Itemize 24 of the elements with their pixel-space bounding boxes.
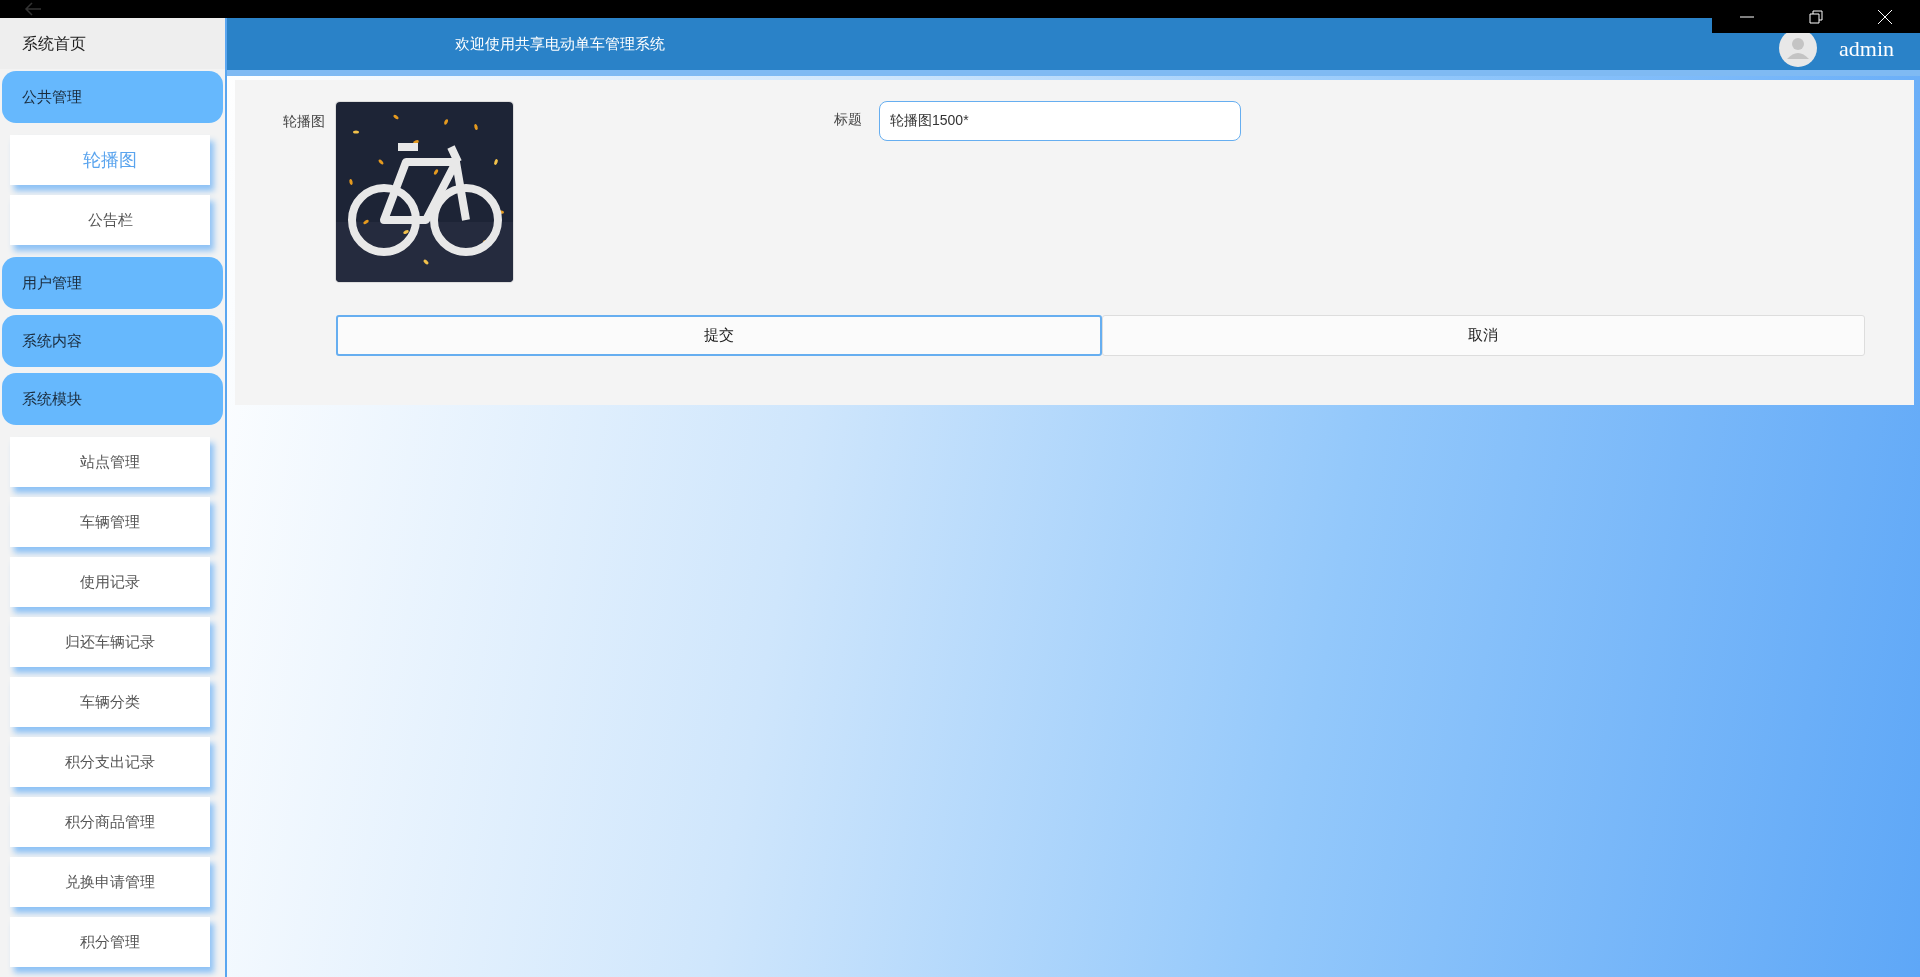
sidebar-group[interactable]: 系统内容 [2,315,223,367]
restore-icon[interactable] [1808,8,1824,25]
form-button[interactable]: 取消 [1101,315,1865,356]
sidebar-item[interactable]: 兑换申请管理 [10,857,210,907]
title-input-field[interactable]: 轮播图1500* [879,101,1241,141]
sidebar-item[interactable]: 使用记录 [10,557,210,607]
sidebar-group[interactable]: 用户管理 [2,257,223,309]
sidebar-item[interactable]: 车辆分类 [10,677,210,727]
header-title: 欢迎使用共享电动单车管理系统 [455,34,665,54]
sidebar-item[interactable]: 归还车辆记录 [10,617,210,667]
sidebar-home-item[interactable]: 系统首页 [0,18,225,69]
sidebar-item[interactable]: 积分支出记录 [10,737,210,787]
sidebar-item[interactable]: 公告栏 [10,195,210,245]
sidebar-item[interactable]: 车辆管理 [10,497,210,547]
sidebar-item[interactable]: 积分管理 [10,917,210,967]
sidebar-group[interactable]: 公共管理 [2,71,223,123]
field-label: 轮播图 [282,113,326,131]
sidebar-group[interactable]: 系统模块 [2,373,223,425]
form-button[interactable]: 提交 [336,315,1102,356]
user-name[interactable]: admin [1839,31,1894,65]
field-label: 标题 [834,111,863,129]
sidebar-item[interactable]: 积分商品管理 [10,797,210,847]
sidebar-item[interactable]: 站点管理 [10,437,210,487]
close-icon[interactable] [1877,8,1894,25]
